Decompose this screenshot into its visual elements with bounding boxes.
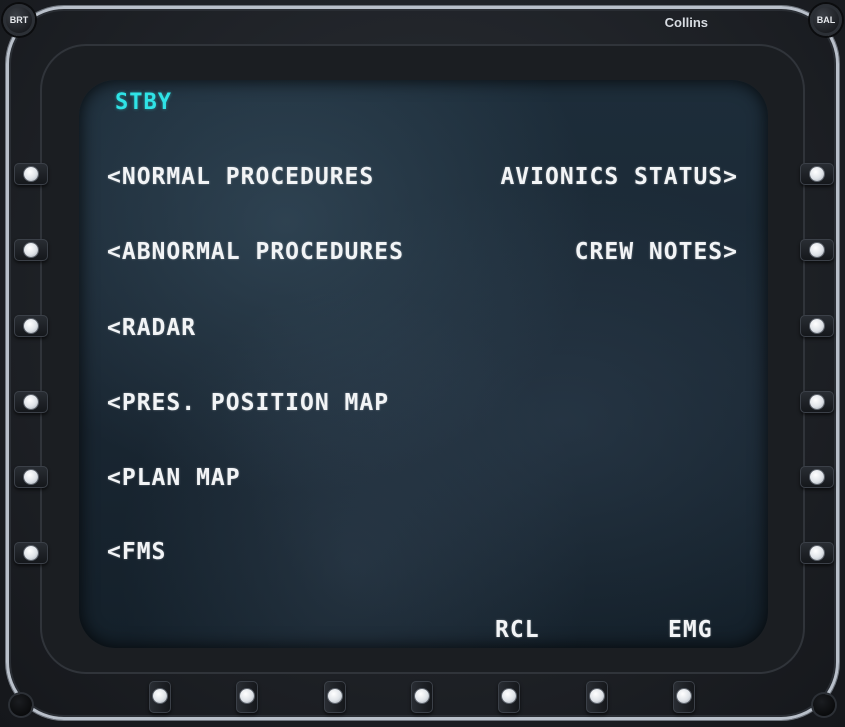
menu-item-radar[interactable]: <RADAR [107,315,196,341]
line-select-key-r3[interactable] [800,315,834,337]
menu-item-normal-procedures[interactable]: <NORMAL PROCEDURES [107,164,374,190]
brightness-knob[interactable]: BRT [3,4,35,36]
bottom-select-key-1[interactable] [149,681,171,713]
line-select-key-l4[interactable] [14,391,48,413]
balance-knob-label: BAL [816,15,836,25]
line-select-key-l6[interactable] [14,542,48,564]
bottom-select-key-2[interactable] [236,681,258,713]
line-select-key-r4[interactable] [800,391,834,413]
menu-item-abnormal-procedures[interactable]: <ABNORMAL PROCEDURES [107,239,404,265]
bottom-select-key-6[interactable] [586,681,608,713]
line-select-key-r2[interactable] [800,239,834,261]
line-select-key-l1[interactable] [14,163,48,185]
menu-item-fms[interactable]: <FMS [107,539,166,565]
brightness-knob-label: BRT [9,15,29,25]
line-select-key-r5[interactable] [800,466,834,488]
standby-status: STBY [115,90,172,115]
display-screen: STBY <NORMAL PROCEDURES <ABNORMAL PROCED… [79,80,768,648]
menu-item-avionics-status[interactable]: AVIONICS STATUS> [500,164,738,190]
line-select-key-r6[interactable] [800,542,834,564]
menu-item-plan-map[interactable]: <PLAN MAP [107,465,241,491]
menu-item-present-position-map[interactable]: <PRES. POSITION MAP [107,390,389,416]
line-select-key-l2[interactable] [14,239,48,261]
bottom-select-key-4[interactable] [411,681,433,713]
balance-knob[interactable]: BAL [810,4,842,36]
line-select-key-l3[interactable] [14,315,48,337]
screw-icon [813,694,835,716]
line-select-key-l5[interactable] [14,466,48,488]
menu-item-crew-notes[interactable]: CREW NOTES> [575,239,738,265]
screw-icon [10,694,32,716]
emergency-softkey-label[interactable]: EMG [668,617,713,643]
bottom-select-key-7[interactable] [673,681,695,713]
bottom-select-key-3[interactable] [324,681,346,713]
line-select-key-r1[interactable] [800,163,834,185]
recall-softkey-label[interactable]: RCL [495,617,540,643]
bottom-select-key-5[interactable] [498,681,520,713]
brand-label: Collins [664,15,708,30]
display-unit-bezel: BRT BAL Collins STBY <NORMAL PROCEDURES … [0,0,845,727]
